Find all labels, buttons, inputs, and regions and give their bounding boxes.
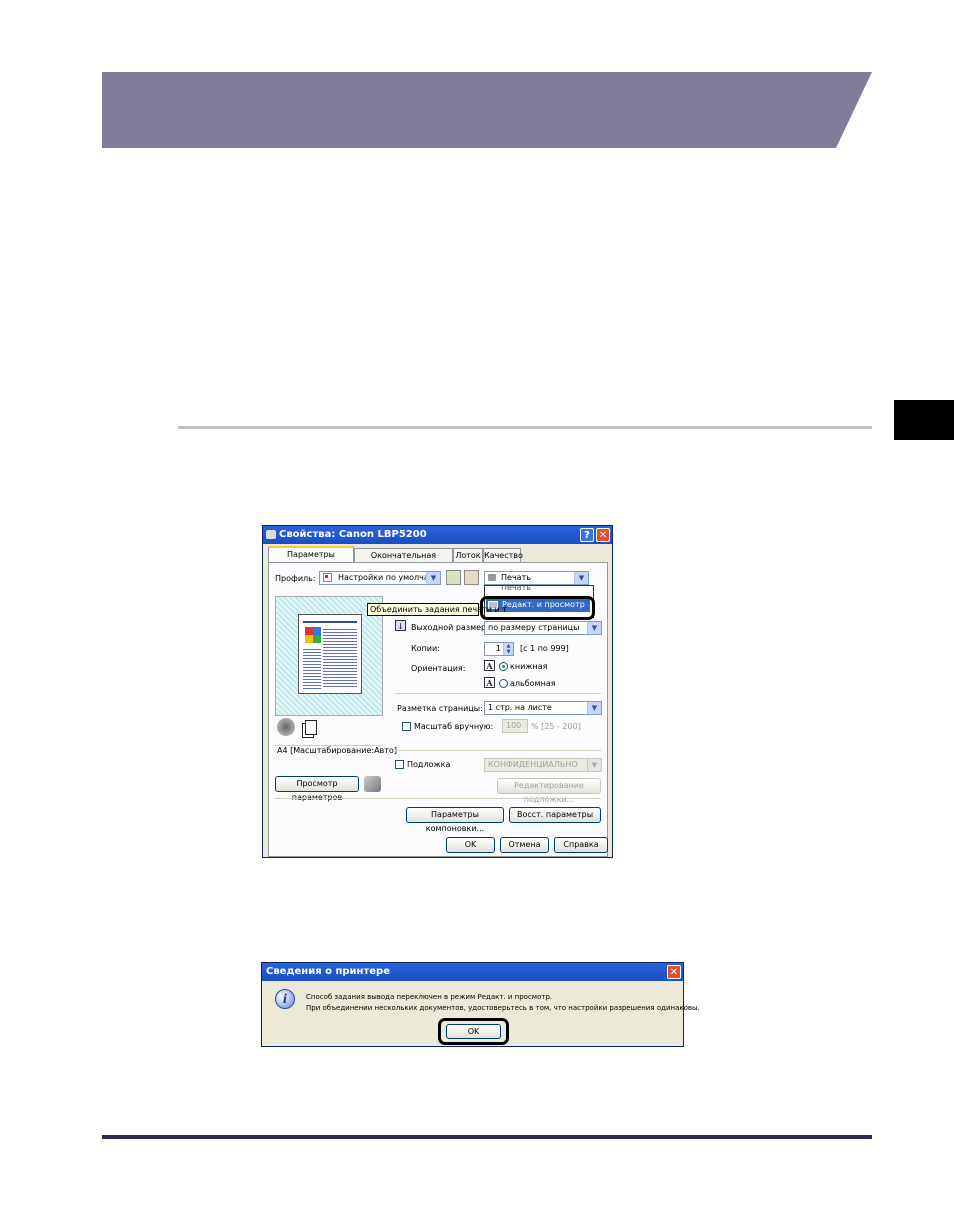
manual-scale-label: Масштаб вручную: — [414, 722, 494, 731]
chevron-down-icon: ▼ — [587, 702, 601, 714]
info-icon: i — [275, 989, 295, 1009]
watermark-label: Подложка — [407, 760, 451, 769]
separator — [395, 750, 601, 751]
landscape-radio[interactable] — [499, 679, 508, 688]
page-layout-label: Разметка страницы: — [397, 704, 483, 713]
chapter-tab-marker — [894, 400, 954, 440]
profile-combo[interactable]: Настройки по умолчанию ▼ — [319, 571, 441, 585]
copies-label: Копии: — [411, 644, 440, 653]
cancel-button[interactable]: Отмена — [500, 837, 549, 853]
add-profile-icon[interactable] — [446, 570, 461, 585]
preview-caption-rule — [275, 745, 383, 746]
tab-tray[interactable]: Лоток — [453, 548, 483, 562]
tab-finishing[interactable]: Окончательная обработка — [354, 548, 453, 573]
portrait-label: книжная — [510, 662, 548, 671]
manual-scale-stepper[interactable]: 100 — [502, 719, 528, 733]
profile-label: Профиль: — [275, 574, 316, 583]
info-titlebar: Сведения о принтере ✕ — [262, 963, 683, 981]
printer-icon — [266, 530, 276, 539]
copies-stepper[interactable]: 1 ▲ ▼ — [484, 642, 514, 656]
landscape-label: альбомная — [510, 679, 556, 688]
chevron-down-icon: ▼ — [587, 622, 601, 634]
chevron-down-icon: ▼ — [587, 759, 601, 771]
watermark-combo[interactable]: КОНФИДЕНЦИАЛЬНО ▼ — [484, 758, 602, 772]
help-button[interactable]: Справка — [554, 837, 608, 853]
preview-caption: A4 [Масштабирование:Авто] — [277, 746, 397, 755]
printer-icon — [488, 574, 496, 581]
tab-page-setup[interactable]: Параметры страницы — [268, 546, 354, 572]
help-title-button[interactable]: ? — [580, 528, 594, 542]
watermark-checkbox[interactable] — [395, 760, 404, 769]
properties-titlebar: Свойства: Canon LBP5200 ? ✕ — [263, 526, 612, 544]
close-title-button[interactable]: ✕ — [667, 965, 681, 979]
output-size-label: Выходной размер: — [411, 623, 489, 632]
info-message-line2: При объединении нескольких документов, у… — [306, 1004, 700, 1012]
tab-quality[interactable]: Качество — [483, 548, 523, 562]
printer-info-dialog: Сведения о принтере ✕ i Способ задания в… — [261, 962, 700, 1047]
chevron-down-icon: ▼ — [574, 572, 588, 584]
printer-settings-icon[interactable] — [364, 776, 381, 792]
page-thumbnail — [298, 614, 362, 694]
copies-range: [с 1 по 999] — [520, 644, 569, 653]
color-logo-icon — [305, 627, 321, 643]
view-settings-button[interactable]: Просмотр параметров — [275, 776, 359, 802]
properties-title: Свойства: Canon LBP5200 — [279, 529, 427, 540]
section-divider — [178, 426, 872, 429]
orientation-label: Ориентация: — [411, 664, 466, 673]
chapter-header-band — [102, 72, 872, 148]
ok-callout-ring — [438, 1018, 509, 1045]
separator — [275, 798, 601, 799]
manual-scale-range: % [25 - 200] — [531, 722, 581, 731]
separator — [395, 693, 601, 694]
info-title: Сведения о принтере — [266, 966, 390, 977]
edit-profile-icon[interactable] — [464, 570, 479, 585]
info-message-line1: Способ задания вывода переключен в режим… — [306, 993, 553, 1001]
printer-properties-dialog: Свойства: Canon LBP5200 ? ✕ Параметры ст… — [262, 525, 613, 858]
output-method-option-print[interactable]: Печать — [501, 586, 531, 593]
output-method-combo[interactable]: Печать ▼ — [484, 571, 589, 585]
print-quality-icon — [277, 718, 295, 736]
portrait-icon: A — [484, 660, 495, 671]
output-size-icon: ↓ — [395, 620, 406, 631]
manual-scale-checkbox[interactable] — [402, 722, 411, 731]
page-layout-combo[interactable]: 1 стр. на листе ▼ — [484, 701, 602, 715]
layout-settings-button[interactable]: Параметры компоновки... — [406, 807, 504, 833]
profile-icon — [323, 573, 332, 582]
portrait-radio[interactable] — [499, 662, 508, 671]
restore-defaults-button[interactable]: Восст. параметры — [509, 807, 601, 823]
spin-arrows-icon[interactable]: ▲ ▼ — [503, 643, 513, 655]
output-size-combo[interactable]: по размеру страницы ▼ — [484, 621, 602, 635]
close-title-button[interactable]: ✕ — [596, 528, 610, 542]
pages-icon — [305, 720, 317, 735]
footer-rule — [102, 1135, 872, 1139]
landscape-icon: A — [484, 677, 495, 688]
edit-watermark-button[interactable]: Редактирование подложки... — [497, 778, 601, 804]
ok-button[interactable]: OK — [446, 837, 495, 853]
tooltip: Объединить задания печати и т — [367, 603, 507, 616]
chevron-down-icon: ▼ — [426, 572, 440, 584]
